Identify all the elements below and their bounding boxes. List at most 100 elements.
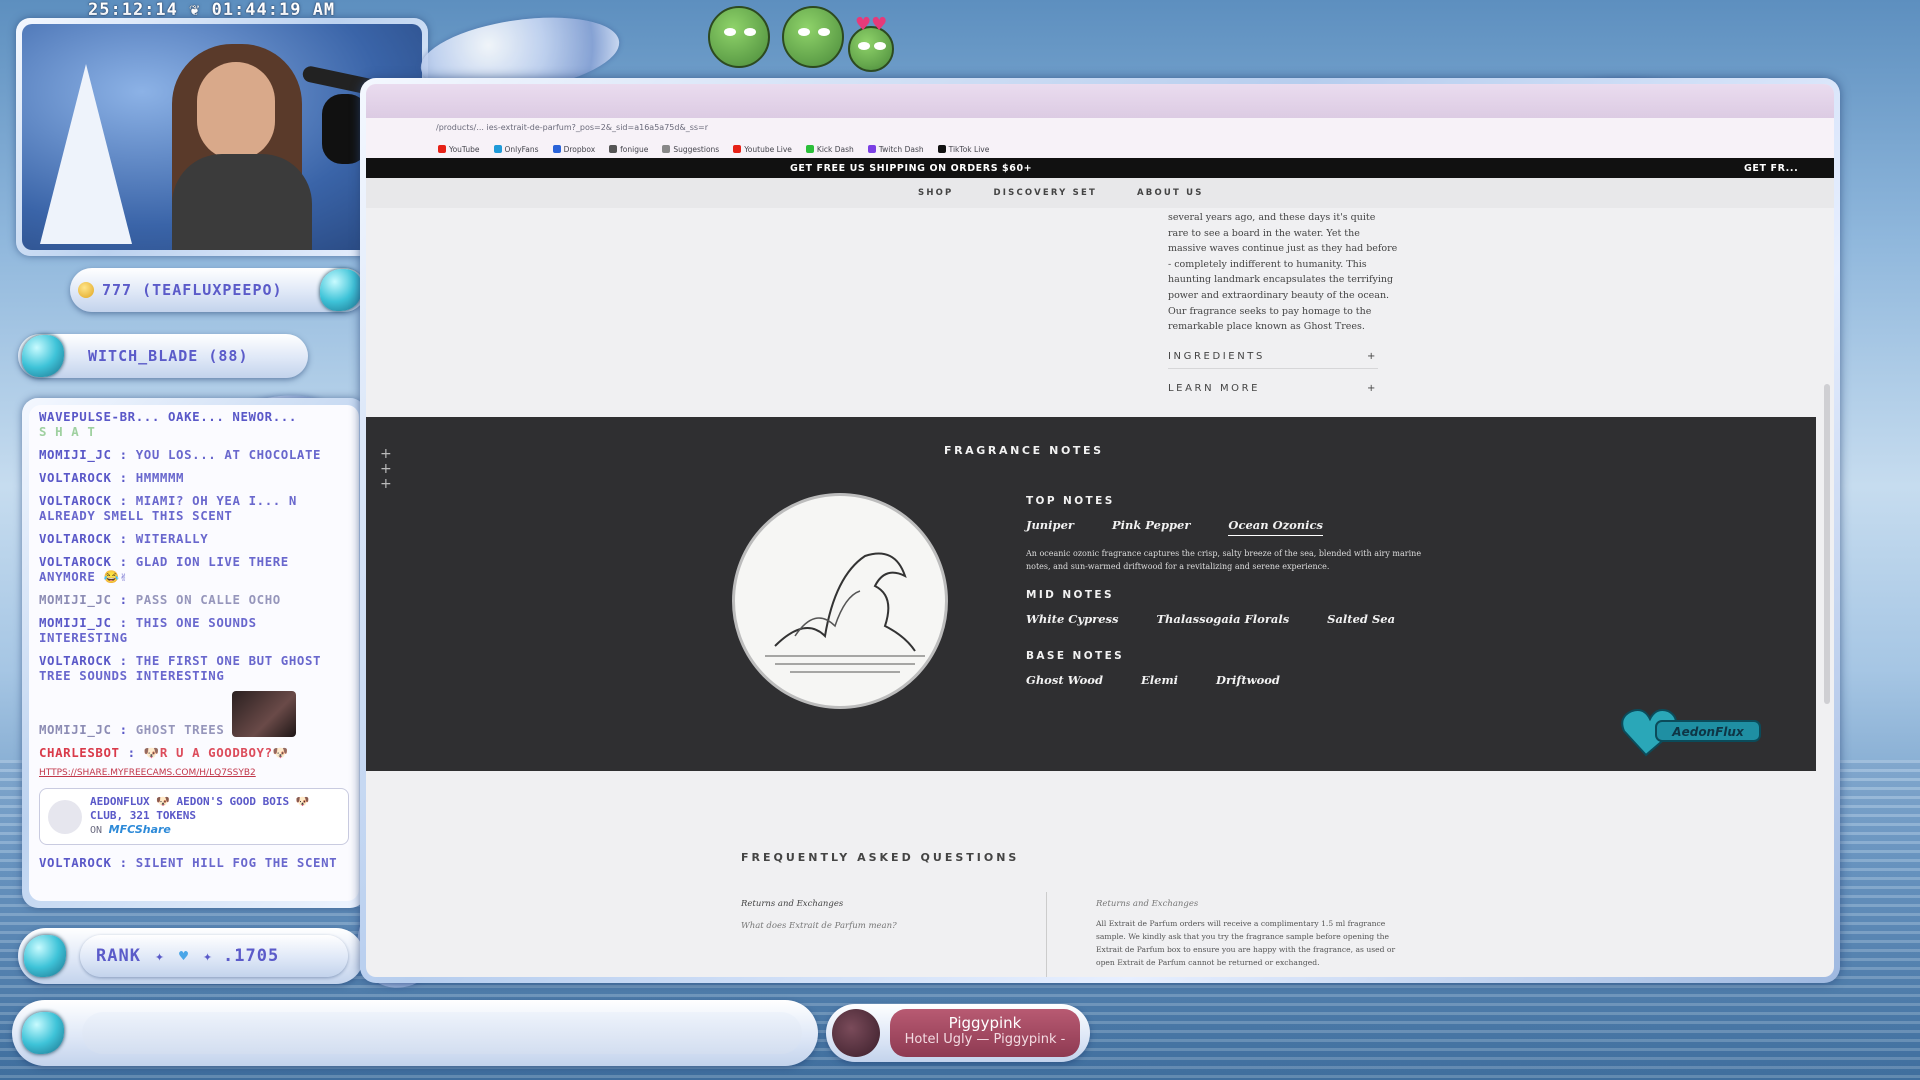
streamer-body [172, 154, 312, 250]
chat-message: VOLTAROCK : GLAD ION LIVE THERE ANYMORE … [39, 554, 289, 584]
coin-icon [78, 282, 94, 298]
gem-icon [24, 935, 66, 977]
gem-icon [22, 335, 64, 377]
avatar [48, 799, 82, 834]
bookmark-item[interactable]: Kick Dash [805, 144, 854, 154]
bookmark-label: Kick Dash [816, 144, 854, 154]
chat-username[interactable]: MOMIJI_JC [39, 722, 112, 737]
chat-username[interactable]: VOLTAROCK [39, 554, 112, 569]
bookmark-label: Youtube Live [744, 144, 792, 154]
note-item[interactable]: Juniper [1026, 518, 1074, 536]
nav-link[interactable]: ABOUT US [1137, 188, 1204, 198]
chat-text: WITERALLY [135, 531, 209, 546]
track-title: Piggypink [948, 1014, 1022, 1032]
bookmark-item[interactable]: Suggestions [662, 145, 719, 154]
wave-icon [765, 552, 925, 673]
top-notes-row: Juniper Pink Pepper Ocean Ozonics [1026, 518, 1323, 536]
accordion-learn-more[interactable]: LEARN MORE + [1168, 383, 1378, 400]
chat-text: HMMMMM [135, 470, 185, 485]
bookmark-favicon-icon [662, 145, 671, 153]
rank-inner: RANK ✦ ♥ ✦ .1705 [80, 935, 348, 977]
chat-username[interactable]: VOLTAROCK [39, 531, 112, 546]
chat-message: MOMIJI_JC : GHOST TREES [39, 691, 349, 737]
chat-username[interactable]: MOMIJI_JC [39, 447, 112, 462]
heart-icon: ♥ [178, 947, 190, 965]
bookmark-favicon-icon [552, 145, 561, 153]
faq-left-heading[interactable]: Returns and Exchanges [741, 899, 843, 909]
album-art [832, 1009, 880, 1057]
bookmark-label: YouTube [449, 144, 480, 154]
fragrance-title: FRAGRANCE NOTES [944, 444, 1104, 457]
bookmark-item[interactable]: fonigue [609, 145, 648, 154]
chat-header: WAVEPULSE-BR... OAKE... NEWOR... S H A T [39, 409, 349, 439]
promo-text: GET FREE US SHIPPING ON ORDERS $60+ [790, 162, 1033, 174]
chat-message-list: MOMIJI_JC : YOU LOS... AT CHOCOLATE VOLTA… [39, 447, 349, 760]
chat-share-link[interactable]: HTTPS://SHARE.MYFREECAMS.COM/H/LQ7SSYB2 [39, 768, 349, 778]
scrollbar[interactable] [1824, 384, 1830, 704]
bookmark-favicon-icon [867, 145, 876, 153]
bookmark-favicon-icon [733, 145, 742, 153]
bookmark-item[interactable]: YouTube [438, 145, 480, 154]
gem-icon [320, 269, 362, 311]
chat-text: SILENT HILL FOG THE SCENT [135, 855, 338, 870]
note-item[interactable]: Pink Pepper [1112, 518, 1190, 536]
top-notes-label: TOP NOTES [1026, 495, 1115, 507]
faq-question[interactable]: What does Extrait de Parfum mean? [741, 921, 897, 931]
bottom-bar [12, 1000, 818, 1066]
chat-message: MOMIJI_JC : YOU LOS... AT CHOCOLATE [39, 447, 322, 462]
chat-text: YOU LOS... AT CHOCOLATE [135, 447, 322, 462]
chat-image-thumbnail[interactable] [232, 691, 297, 737]
browser-window: /products/... ies-extrait-de-parfum?_pos… [366, 84, 1834, 977]
bookmark-item[interactable]: TikTok Live [937, 144, 990, 154]
bookmark-item[interactable]: Dropbox [552, 144, 596, 154]
faq-title: FREQUENTLY ASKED QUESTIONS [741, 851, 1020, 864]
bookmark-label: Dropbox [563, 144, 596, 154]
note-item[interactable]: Driftwood [1216, 673, 1280, 687]
note-item[interactable]: Ghost Wood [1026, 673, 1103, 687]
bookmark-item[interactable]: OnlyFans [493, 145, 539, 154]
tip-on: ON [90, 825, 103, 836]
chat-username[interactable]: VOLTAROCK [39, 653, 112, 668]
chat-username[interactable]: MOMIJI_JC [39, 615, 112, 630]
chat-panel[interactable]: WAVEPULSE-BR... OAKE... NEWOR... S H A T… [29, 405, 359, 901]
chat-username[interactable]: VOLTAROCK [39, 493, 112, 508]
chat-username[interactable]: MOMIJI_JC [39, 592, 112, 607]
stream-clock: 25:12:14 ❦ 01:44:19 AM [88, 0, 336, 20]
bookmark-label: TikTok Live [948, 144, 990, 154]
note-item[interactable]: Ocean Ozonics [1228, 518, 1323, 536]
bookmark-favicon-icon [805, 145, 814, 153]
chat-username: VOLTAROCK [39, 855, 112, 870]
chat-username[interactable]: CHARLESBOT [39, 745, 120, 760]
bookmarks-bar: YouTube OnlyFans Dropbox fonigue Suggestions… [366, 140, 1834, 158]
note-item[interactable]: Thalassogaia Florals [1156, 612, 1289, 626]
chat-header-text: WAVEPULSE-BR... OAKE... NEWOR... [39, 409, 297, 424]
nav-link[interactable]: DISCOVERY SET [994, 188, 1097, 198]
tab-bar[interactable] [366, 84, 1834, 118]
rank-value: .1705 [223, 946, 280, 966]
bookmark-item[interactable]: Youtube Live [733, 145, 792, 154]
bookmark-item[interactable]: Twitch Dash [867, 145, 924, 154]
chat-text: PASS ON CALLE OCHO [135, 592, 281, 607]
chat-text: 🐶R U A GOODBOY?🐶 [143, 745, 289, 760]
mfc-share-logo: MFCShare [108, 823, 171, 836]
faq-answer: All Extrait de Parfum orders will receiv… [1096, 919, 1396, 967]
hearts-icon: ♥♥ [855, 14, 888, 35]
note-item[interactable]: Salted Sea [1327, 612, 1395, 626]
side-toolbar[interactable]: + + + [380, 447, 392, 492]
bookmark-label: fonigue [620, 144, 649, 154]
top-supporter-pill: 777 (TEAFLUXPEEPO) [70, 268, 366, 312]
chat-message: VOLTAROCK : SILENT HILL FOG THE SCENT [39, 855, 338, 870]
chat-message: MOMIJI_JC : THIS ONE SOUNDS INTERESTING [39, 615, 257, 645]
chat-message: VOLTAROCK : WITERALLY [39, 531, 209, 546]
chat-username[interactable]: VOLTAROCK [39, 470, 112, 485]
nav-link[interactable]: SHOP [918, 188, 954, 198]
promo-banner: GET FREE US SHIPPING ON ORDERS $60+ GET … [366, 158, 1834, 178]
accordion-ingredients[interactable]: INGREDIENTS + [1168, 351, 1378, 369]
base-notes-row: Ghost Wood Elemi Driftwood [1026, 673, 1280, 687]
bookmark-favicon-icon [609, 145, 618, 153]
address-bar[interactable]: /products/... ies-extrait-de-parfum?_pos… [366, 118, 1834, 140]
note-item[interactable]: White Cypress [1026, 612, 1118, 626]
bookmark-favicon-icon [493, 145, 502, 153]
note-description: An oceanic ozonic fragrance captures the… [1026, 549, 1422, 571]
note-item[interactable]: Elemi [1141, 673, 1178, 687]
